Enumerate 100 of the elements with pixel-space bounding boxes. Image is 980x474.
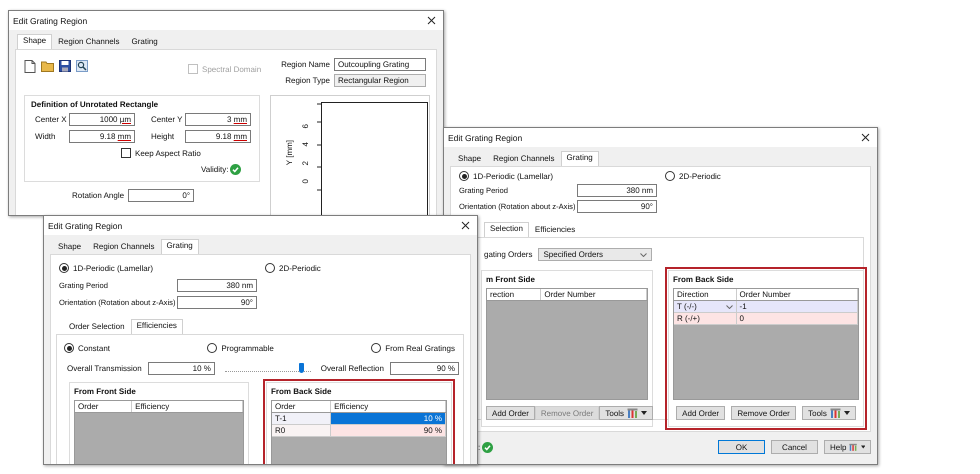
field-label: Height — [150, 132, 176, 141]
check-icon — [482, 442, 494, 452]
input-field[interactable]: 9.18 mm — [69, 130, 135, 143]
table-cell: T-1 — [272, 413, 332, 425]
close-icon[interactable] — [861, 133, 870, 142]
button[interactable]: Add Order — [486, 406, 535, 420]
window-title: Edit Grating Region — [448, 132, 522, 142]
column-header: rection — [487, 289, 542, 300]
input-field[interactable]: 90 % — [390, 362, 459, 375]
field-label: Overall Reflection — [320, 364, 384, 373]
close-icon[interactable] — [461, 221, 470, 230]
field-label: Width — [35, 132, 56, 141]
tick-label: 2 — [300, 160, 311, 166]
read-only-field: Rectangular Region — [334, 74, 426, 87]
column-header: Order — [272, 401, 332, 412]
radio-label: 1D-Periodic (Lamellar) — [73, 264, 154, 272]
slider-thumb[interactable] — [299, 363, 304, 373]
button[interactable]: Remove Order — [731, 406, 796, 420]
radio-button[interactable] — [64, 343, 74, 353]
tab[interactable]: Grating — [560, 151, 599, 166]
group-title: m Front Side — [486, 275, 536, 284]
radio-button[interactable] — [265, 263, 275, 273]
tab[interactable]: Selection — [484, 222, 529, 237]
field-label: Center Y — [150, 115, 184, 124]
new-document-icon[interactable] — [24, 60, 36, 73]
caret-icon — [844, 411, 850, 415]
input-field[interactable]: 3 mm — [185, 113, 251, 126]
folder-icon[interactable] — [41, 60, 54, 72]
dropdown[interactable]: Specified Orders — [538, 248, 652, 261]
button[interactable]: Cancel — [771, 440, 818, 454]
tick-label: 0 — [300, 179, 311, 184]
button[interactable]: Add Order — [676, 406, 726, 420]
input-field[interactable]: Outcoupling Grating — [334, 58, 426, 71]
tab[interactable]: Grating — [126, 34, 164, 49]
column-header: Order Number — [541, 289, 647, 300]
radio-button[interactable] — [207, 343, 218, 353]
input-field[interactable]: 380 nm — [577, 184, 657, 197]
radio-label: From Real Gratings — [385, 344, 455, 352]
field-label: Center X — [35, 115, 68, 124]
tab[interactable]: Efficiencies — [130, 319, 183, 334]
field-label: Region Type — [284, 76, 330, 85]
tools-icon — [627, 408, 638, 418]
tools-button[interactable]: Tools — [599, 406, 654, 420]
axis-label: Y [mm] — [284, 140, 295, 166]
tab[interactable]: Region Channels — [52, 34, 126, 49]
column-header: Order Number — [736, 289, 858, 300]
validity-label: Validity: — [201, 165, 228, 174]
search-icon[interactable] — [76, 60, 88, 72]
tab[interactable]: Shape — [452, 151, 488, 166]
column-header: Direction — [674, 289, 737, 300]
radio-label: 2D-Periodic — [679, 172, 721, 180]
input-field[interactable]: 0° — [128, 189, 194, 202]
radio-button[interactable] — [59, 263, 69, 273]
group-title: From Front Side — [74, 387, 137, 396]
table-cell: T (-/-) — [674, 301, 737, 313]
table-cell: R (-/+) — [674, 313, 737, 325]
column-header: Efficiency — [132, 401, 243, 412]
caret-icon — [860, 445, 865, 449]
input-field[interactable]: 1000 µm — [69, 113, 135, 126]
radio-button[interactable] — [371, 343, 382, 353]
radio-label: Constant — [78, 344, 110, 352]
window-title: Edit Grating Region — [13, 16, 88, 26]
tab[interactable]: Shape — [52, 239, 88, 254]
input-field[interactable]: 90° — [177, 296, 257, 309]
checkbox[interactable] — [121, 148, 131, 158]
tools-button[interactable]: Tools — [802, 406, 856, 420]
tick-label: 6 — [300, 124, 311, 128]
group-title: From Back Side — [673, 275, 734, 284]
window-title: Edit Grating Region — [48, 220, 122, 230]
check-icon — [230, 164, 242, 175]
tick-label: 4 — [300, 142, 311, 147]
table-cell: 10 % — [331, 413, 446, 425]
column-header: Efficiency — [331, 401, 446, 412]
input-field[interactable]: 9.18 mm — [185, 130, 251, 143]
tab[interactable]: Shape — [17, 34, 52, 49]
button[interactable]: OK — [718, 440, 765, 454]
input-field[interactable]: 90° — [577, 200, 657, 213]
tab[interactable]: Order Selection — [63, 319, 131, 334]
radio-label: 2D-Periodic — [279, 264, 321, 272]
tab[interactable]: Efficiencies — [528, 222, 582, 237]
field-label: gating Orders — [484, 250, 532, 259]
tools-button[interactable]: Help — [824, 440, 871, 454]
tools-icon — [830, 408, 841, 418]
slider[interactable] — [224, 363, 311, 374]
field-label: Rotation Angle — [72, 191, 124, 200]
input-field[interactable]: 10 % — [148, 362, 215, 375]
radio-label: 1D-Periodic (Lamellar) — [473, 172, 554, 180]
radio-button[interactable] — [665, 171, 675, 181]
radio-button[interactable] — [459, 171, 469, 181]
tab[interactable]: Region Channels — [487, 151, 561, 166]
group-title: Definition of Unrotated Rectangle — [31, 100, 160, 109]
tab[interactable]: Region Channels — [87, 239, 161, 254]
input-field[interactable]: 380 nm — [177, 279, 257, 292]
group-title: From Back Side — [271, 387, 332, 396]
close-icon[interactable] — [427, 16, 436, 25]
save-icon[interactable] — [59, 60, 71, 72]
chevron-icon — [726, 304, 733, 308]
tab[interactable]: Grating — [160, 239, 199, 254]
field-label: Overall Transmission — [67, 364, 142, 373]
table-cell: 0 — [736, 313, 858, 325]
